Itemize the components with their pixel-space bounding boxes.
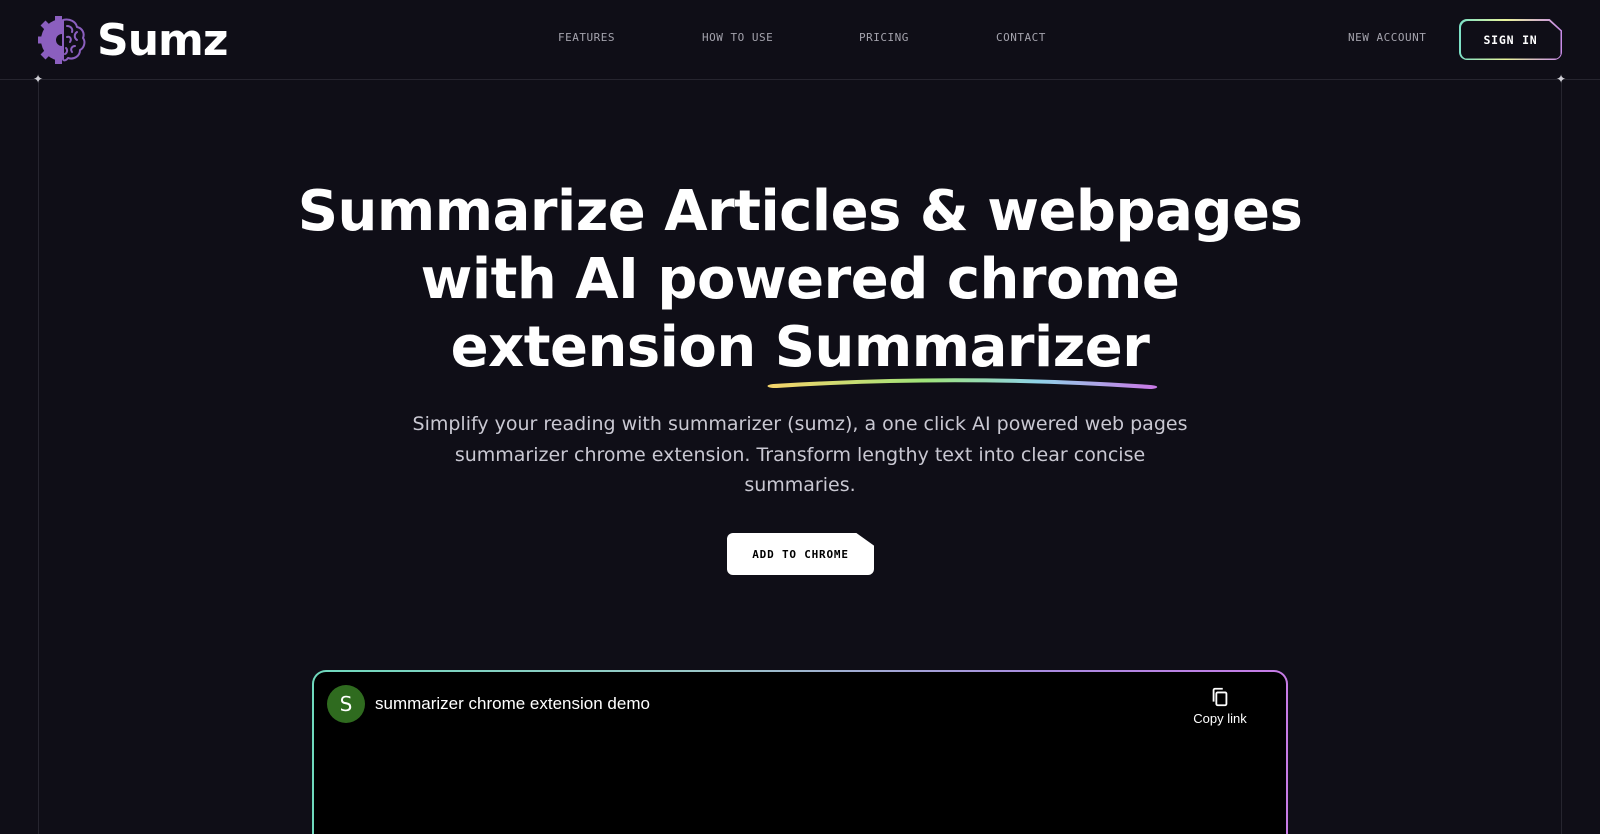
- add-to-chrome-button[interactable]: ADD TO CHROME: [727, 533, 874, 575]
- channel-avatar[interactable]: S: [327, 685, 365, 723]
- hero-title-prefix: extension: [450, 315, 775, 380]
- new-account-link[interactable]: NEW ACCOUNT: [1348, 31, 1426, 44]
- hero-highlight-text: Summarizer: [774, 315, 1150, 380]
- video-player[interactable]: S summarizer chrome extension demo Copy …: [314, 672, 1286, 834]
- main-nav: FEATURES HOW TO USE PRICING CONTACT NEW …: [0, 31, 1600, 49]
- sign-in-label: SIGN IN: [1460, 20, 1561, 59]
- hero-title-line-1: Summarize Articles & webpages: [297, 179, 1303, 244]
- hero-title: Summarize Articles & webpages with AI po…: [200, 178, 1400, 389]
- rainbow-underline: [767, 378, 1157, 389]
- page: ✦ ✦ Sumz FEATURES HOW TO USE PRICING CON…: [0, 0, 1600, 834]
- hero-title-line-3: extension Summarizer: [200, 314, 1400, 389]
- video-title[interactable]: summarizer chrome extension demo: [375, 694, 650, 714]
- sign-in-button[interactable]: SIGN IN: [1459, 19, 1562, 60]
- video-embed-frame: S summarizer chrome extension demo Copy …: [312, 670, 1288, 834]
- nav-pricing[interactable]: PRICING: [859, 31, 909, 44]
- header-divider: [0, 79, 1600, 80]
- copy-link-label: Copy link: [1193, 711, 1247, 726]
- hero-highlight: Summarizer: [767, 314, 1157, 389]
- hero-subtitle: Simplify your reading with summarizer (s…: [412, 413, 1188, 496]
- copy-link-button[interactable]: Copy link: [1180, 686, 1260, 726]
- hero-title-line-2: with AI powered chrome: [420, 247, 1180, 312]
- nav-how-to-use[interactable]: HOW TO USE: [702, 31, 773, 44]
- nav-features[interactable]: FEATURES: [558, 31, 615, 44]
- site-header: Sumz FEATURES HOW TO USE PRICING CONTACT…: [0, 0, 1600, 79]
- nav-contact[interactable]: CONTACT: [996, 31, 1046, 44]
- copy-icon: [1212, 687, 1228, 707]
- frame-line-left: [38, 80, 39, 834]
- frame-line-right: [1561, 80, 1562, 834]
